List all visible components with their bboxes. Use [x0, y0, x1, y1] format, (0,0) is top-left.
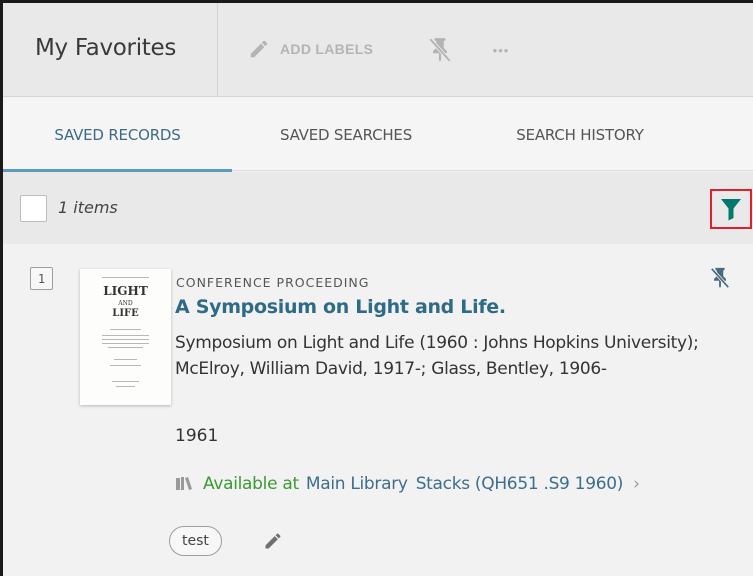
- items-count: 1 items: [58, 198, 118, 217]
- thumb-rule: [114, 359, 137, 360]
- record-number: 1: [30, 267, 53, 290]
- thumb-rule: [112, 381, 139, 382]
- availability-call-number: Stacks (QH651 .S9 1960): [415, 474, 624, 494]
- availability-status: Available at: [203, 474, 299, 494]
- thumb-rule: [108, 347, 143, 348]
- thumb-rule: [102, 335, 149, 336]
- availability-location: Main Library: [305, 474, 408, 494]
- tab-search-history[interactable]: SEARCH HISTORY: [460, 98, 700, 171]
- add-labels-button[interactable]: ADD LABELS: [248, 31, 373, 67]
- edit-labels-button[interactable]: [260, 528, 286, 554]
- thumb-rule: [110, 365, 141, 366]
- favorites-tabs: SAVED RECORDS SAVED SEARCHES SEARCH HIST…: [3, 98, 753, 172]
- tab-label: SAVED RECORDS: [54, 125, 181, 144]
- pencil-icon: [265, 533, 281, 549]
- pin-off-icon: [428, 37, 452, 63]
- add-labels-label: ADD LABELS: [280, 41, 374, 57]
- thumb-rule: [110, 329, 141, 330]
- record-type: CONFERENCE PROCEEDING: [176, 275, 370, 290]
- tab-label: SEARCH HISTORY: [516, 125, 644, 144]
- tab-saved-searches[interactable]: SAVED SEARCHES: [232, 98, 460, 171]
- unpin-button[interactable]: [425, 33, 455, 67]
- results-toolbar: 1 items: [3, 172, 753, 244]
- pin-off-icon: [710, 267, 730, 289]
- select-all-checkbox[interactable]: [20, 195, 47, 222]
- ellipsis-icon: •••: [492, 42, 510, 58]
- tab-saved-records[interactable]: SAVED RECORDS: [3, 98, 232, 172]
- more-options-button[interactable]: •••: [485, 37, 517, 63]
- record-authors: Symposium on Light and Life (1960 : John…: [175, 333, 699, 379]
- record-year: 1961: [175, 426, 219, 446]
- book-thumbnail[interactable]: LIGHT AND LIFE: [80, 269, 171, 405]
- header-divider: [217, 3, 218, 97]
- tab-label: SAVED SEARCHES: [279, 125, 413, 144]
- pencil-icon: [250, 40, 268, 58]
- record-title-link[interactable]: A Symposium on Light and Life.: [175, 296, 506, 318]
- availability-link[interactable]: Available at Main Library Stacks (QH651 …: [175, 471, 640, 497]
- thumb-title-line: LIGHT: [103, 284, 148, 298]
- chevron-right-icon: ›: [633, 474, 640, 494]
- thumb-rule: [102, 277, 149, 278]
- page-title: My Favorites: [35, 35, 177, 61]
- record-item: 1 LIGHT AND LIFE CONFERENCE PROCEEDING A…: [3, 244, 753, 576]
- favorites-header: My Favorites ADD LABELS •••: [3, 3, 753, 97]
- thumb-title-line: LIFE: [112, 308, 139, 319]
- thumb-rule: [116, 386, 135, 387]
- filter-button[interactable]: [710, 189, 752, 229]
- unpin-record-button[interactable]: [707, 264, 733, 292]
- thumb-rule: [102, 343, 149, 344]
- book-open-icon: [176, 477, 192, 490]
- favorites-panel: My Favorites ADD LABELS ••• SAVED RECORD…: [0, 0, 753, 576]
- filter-icon: [721, 199, 741, 221]
- thumb-title-line: AND: [118, 300, 133, 307]
- thumb-rule: [102, 339, 149, 340]
- label-chip[interactable]: test: [169, 526, 222, 556]
